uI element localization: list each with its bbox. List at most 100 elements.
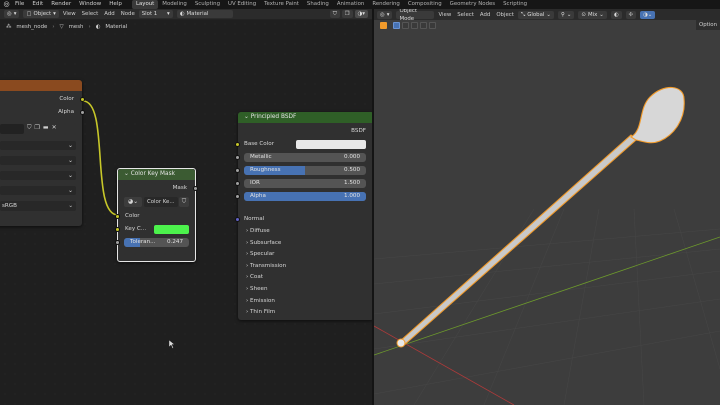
menu-file[interactable]: File [11,0,28,9]
workspace-tab-shading[interactable]: Shading [303,0,333,9]
mask-output-socket[interactable] [193,186,198,191]
shield-icon[interactable]: ⛉ [179,197,189,207]
transform-orientation-dropdown[interactable]: ⤡ Global ⌄ [517,10,554,19]
menu-edit[interactable]: Edit [28,0,47,9]
bsdf-output-label: BSDF [351,128,366,134]
key-color-socket[interactable] [115,227,120,232]
overlay-toggle[interactable]: ◑⌄ [640,10,656,19]
viewport-editor-icon: ◎ [380,11,385,18]
workspace-tab-uv-editing[interactable]: UV Editing [224,0,260,9]
metallic-slider[interactable]: Metallic 0.000 [244,153,366,162]
gizmo-toggle[interactable]: ✢ [625,10,637,19]
select-subtract-icon[interactable] [411,21,418,29]
viewport-menu-add[interactable]: Add [480,11,490,19]
workspace-tab-sculpting[interactable]: Sculpting [191,0,224,9]
proportional-edit-dropdown[interactable]: ⊙ Mix ⌄ [578,10,607,19]
workspace-tab-compositing[interactable]: Compositing [404,0,446,9]
tolerance-slider[interactable]: Toleran... 0.247 [124,238,189,247]
metallic-socket[interactable] [235,155,240,160]
fake-user-shield-icon[interactable]: ⛉ [27,124,32,132]
principled-bsdf-node[interactable]: ⌄ Principled BSDF BSDF Base Color Metall… [235,112,377,320]
options-tab[interactable]: Option [696,20,720,30]
menu-window[interactable]: Window [75,0,105,9]
ior-socket[interactable] [235,181,240,186]
image-name-field[interactable]: Color Ke... [144,197,178,207]
color-key-mask-node[interactable]: ⌄ Color Key Mask Mask ◕⌄ Color Ke... ⛉ C… [115,168,198,262]
select-box-icon[interactable] [393,21,400,29]
snap-dropdown[interactable]: ⚲ ⌄ [557,10,575,19]
visibility-toggle[interactable]: ◐ [610,10,622,19]
object-mode-dropdown[interactable]: Object Mode [396,9,435,22]
workspace-tab-texture-paint[interactable]: Texture Paint [260,0,303,9]
viewport-menu-view[interactable]: View [438,11,451,19]
normal-socket[interactable] [235,217,240,222]
workspace-tab-animation[interactable]: Animation [333,0,368,9]
panel-diffuse[interactable]: › Diffuse [246,227,270,235]
image-texture-node[interactable]: Color Alpha ⛉ ❐ ▬ ✕ ⌄ ⌄ ⌄ ⌄ sRGB ⌄ [0,80,85,226]
ior-slider[interactable]: IOR 1.500 [244,179,366,188]
color-output-socket[interactable] [80,97,85,102]
workspace-tab-modeling[interactable]: Modeling [158,0,191,9]
interpolation-dropdown[interactable]: ⌄ [0,141,76,150]
folder-icon[interactable]: ▬ [43,124,49,132]
alpha-slider[interactable]: Alpha 1.000 [244,192,366,201]
select-extend-icon[interactable] [402,21,409,29]
viewport-toolbar [374,20,720,30]
duplicate-icon[interactable]: ❐ [35,124,40,132]
panel-thin-film[interactable]: › Thin Film [246,308,275,316]
panel-coat[interactable]: › Coat [246,273,263,281]
select-invert-icon[interactable] [420,21,427,29]
image-texture-header [0,80,82,91]
viewport-grid [374,86,720,405]
alpha-output-label: Alpha [58,109,74,115]
image-name-field[interactable] [0,124,24,134]
close-icon[interactable]: ✕ [52,124,57,132]
x-axis-line [374,325,515,405]
shovel-object[interactable] [396,86,685,348]
alpha-socket[interactable] [235,194,240,199]
mouse-cursor-icon [169,340,175,349]
base-color-label: Base Color [244,141,275,147]
panel-subsurface[interactable]: › Subsurface [246,239,281,247]
collapse-chevron-icon[interactable]: ⌄ [124,171,131,177]
panel-sheen[interactable]: › Sheen [246,285,268,293]
viewport-menu-select[interactable]: Select [457,11,474,19]
workspace-tab-geometry-nodes[interactable]: Geometry Nodes [446,0,499,9]
select-intersect-icon[interactable] [429,21,436,29]
color-input-label: Color [125,213,140,219]
principled-bsdf-header: ⌄ Principled BSDF [238,112,374,123]
base-color-swatch[interactable] [296,140,366,149]
shader-node-editor[interactable]: ◎ ▾ ▢ Object ▾ View Select Add Node Slot 1 ▾ ◐ M… [0,9,377,405]
extension-dropdown[interactable]: ⌄ [0,171,76,180]
panel-transmission[interactable]: › Transmission [246,262,286,270]
workspace-tab-layout[interactable]: Layout [131,0,159,9]
projection-dropdown[interactable]: ⌄ [0,156,76,165]
color-input-socket[interactable] [115,214,120,219]
image-browse-button[interactable]: ◕⌄ [124,197,142,207]
tolerance-socket[interactable] [115,240,120,245]
workspace-tab-scripting[interactable]: Scripting [499,0,531,9]
collapse-chevron-icon[interactable]: ⌄ [244,114,251,120]
colorspace-dropdown[interactable]: sRGB ⌄ [0,201,76,211]
3d-viewport[interactable]: ◎ ▾ Object Mode View Select Add Object ⤡ Glob… [374,9,720,405]
image-icon: ◕ [127,198,134,205]
source-dropdown[interactable]: ⌄ [0,186,76,195]
roughness-slider[interactable]: Roughness 0.500 [244,166,366,175]
workspace-tab-rendering[interactable]: Rendering [368,0,404,9]
menu-help[interactable]: Help [105,0,126,9]
color-key-mask-header: ⌄ Color Key Mask [118,169,195,180]
base-color-socket[interactable] [235,142,240,147]
alpha-output-socket[interactable] [80,110,85,115]
panel-emission[interactable]: › Emission [246,297,275,305]
tool-icon[interactable] [380,21,387,29]
viewport-menu-object[interactable]: Object [496,11,514,19]
top-menu-bar: ◎ File Edit Render Window Help Layout Modelin… [0,0,720,9]
color-output-label: Color [59,96,74,102]
orientation-icon: ⤡ [520,11,526,18]
panel-specular[interactable]: › Specular [246,250,274,258]
key-color-swatch[interactable] [154,225,189,234]
roughness-socket[interactable] [235,168,240,173]
viewport-editor-type-button[interactable]: ◎ ▾ [377,10,393,19]
blender-logo-icon[interactable]: ◎ [2,0,11,9]
menu-render[interactable]: Render [47,0,75,9]
